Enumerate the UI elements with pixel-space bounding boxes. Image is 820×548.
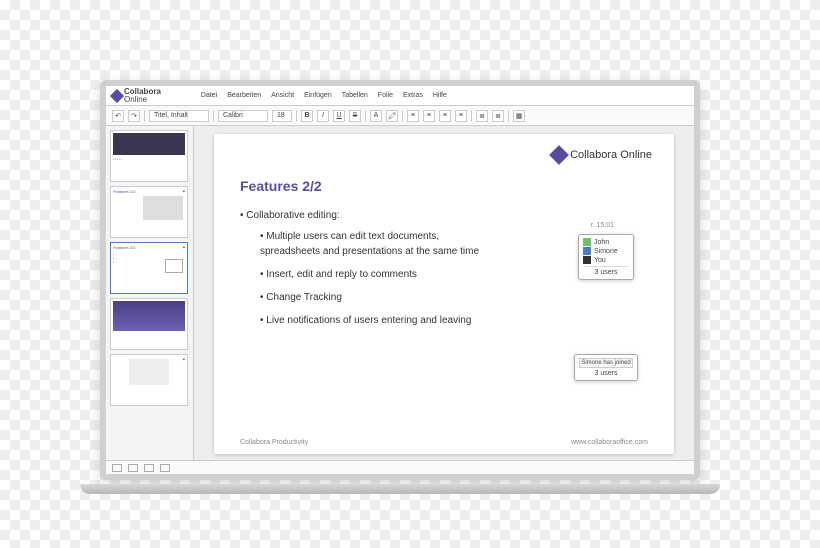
user-color-1 — [583, 238, 591, 246]
slide-canvas-area: Collabora Online Features 2/2 Collaborat… — [194, 126, 694, 460]
view-normal-icon[interactable] — [112, 464, 122, 472]
italic-button[interactable]: I — [317, 110, 329, 122]
menu-edit[interactable]: Bearbeiten — [227, 92, 261, 99]
workspace: • • • • • ◆ Features 1/2 ◆ Features 2/2 … — [106, 126, 694, 460]
insert-button[interactable]: ▦ — [513, 110, 525, 122]
redo-button[interactable]: ↷ — [128, 110, 140, 122]
bold-button[interactable]: B — [301, 110, 313, 122]
slide-footer: Collabora Productivity www.collaboraoffi… — [240, 439, 648, 446]
user-name-2: Simone — [594, 248, 618, 255]
logo-icon — [110, 88, 124, 102]
strike-button[interactable]: S — [349, 110, 361, 122]
font-select[interactable]: Calibri — [218, 110, 268, 122]
sub-bullet-3: Change Tracking — [260, 290, 648, 305]
app-screen: Collabora Online Datei Bearbeiten Ansich… — [106, 86, 694, 474]
align-center-button[interactable]: ≡ — [423, 110, 435, 122]
laptop-frame: Collabora Online Datei Bearbeiten Ansich… — [100, 80, 700, 480]
slide-panel: • • • • • ◆ Features 1/2 ◆ Features 2/2 … — [106, 126, 194, 460]
users-count[interactable]: 3 users — [583, 266, 629, 276]
slide-logo-icon — [549, 145, 569, 165]
user-row-3: You — [583, 256, 629, 264]
header-bar: Collabora Online Datei Bearbeiten Ansich… — [106, 86, 694, 106]
toolbar: ↶ ↷ Titel, Inhalt Calibri 18 B I U S A 🖍… — [106, 106, 694, 126]
menu-tables[interactable]: Tabellen — [342, 92, 368, 99]
underline-button[interactable]: U — [333, 110, 345, 122]
menu-file[interactable]: Datei — [201, 92, 217, 99]
slide-logo-text: Collabora Online — [570, 149, 652, 161]
notify-popover[interactable]: Simone has joined 3 users — [574, 354, 638, 381]
bullet-main: Collaborative editing: — [240, 208, 648, 223]
users-popover[interactable]: John Simone You 3 users — [578, 234, 634, 280]
thumb3-title: Features 2/2 — [113, 245, 185, 250]
cursor-timestamp: r. 15:01 — [591, 222, 614, 229]
footer-right: www.collaboraoffice.com — [571, 439, 648, 446]
number-list-button[interactable]: ≣ — [492, 110, 504, 122]
menu-slide[interactable]: Folie — [378, 92, 393, 99]
slide-thumb-2[interactable]: ◆ Features 1/2 — [110, 186, 188, 238]
slide-thumb-4[interactable] — [110, 298, 188, 350]
slide-logo: Collabora Online — [552, 148, 652, 162]
view-outline-icon[interactable] — [128, 464, 138, 472]
brand-line2: Online — [124, 96, 161, 104]
user-name-1: John — [594, 239, 609, 246]
slide-canvas[interactable]: Collabora Online Features 2/2 Collaborat… — [214, 134, 674, 454]
menu-view[interactable]: Ansicht — [271, 92, 294, 99]
menu-help[interactable]: Hilfe — [433, 92, 447, 99]
user-row-1: John — [583, 238, 629, 246]
user-color-3 — [583, 256, 591, 264]
user-color-2 — [583, 247, 591, 255]
align-left-button[interactable]: ≡ — [407, 110, 419, 122]
thumb2-title: Features 1/2 — [113, 189, 185, 194]
user-row-2: Simone — [583, 247, 629, 255]
align-justify-button[interactable]: ≡ — [455, 110, 467, 122]
user-name-3: You — [594, 257, 606, 264]
notify-users-count[interactable]: 3 users — [579, 370, 633, 377]
slide-thumb-3-active[interactable]: ◆ Features 2/2 • …• …• … — [110, 242, 188, 294]
view-sorter-icon[interactable] — [144, 464, 154, 472]
align-right-button[interactable]: ≡ — [439, 110, 451, 122]
fontsize-select[interactable]: 18 — [272, 110, 292, 122]
menu-insert[interactable]: Einfügen — [304, 92, 332, 99]
fontcolor-button[interactable]: A — [370, 110, 382, 122]
layout-select[interactable]: Titel, Inhalt — [149, 110, 209, 122]
menu-bar: Datei Bearbeiten Ansicht Einfügen Tabell… — [201, 92, 447, 99]
slide-title[interactable]: Features 2/2 — [240, 178, 648, 194]
view-present-icon[interactable] — [160, 464, 170, 472]
app-logo: Collabora Online — [112, 88, 161, 104]
footer-left: Collabora Productivity — [240, 439, 308, 446]
slide-thumb-1[interactable]: • • • • • — [110, 130, 188, 182]
laptop-base — [80, 484, 720, 494]
status-bar — [106, 460, 694, 474]
notify-text: Simone has joined — [579, 358, 633, 368]
bullet-list-button[interactable]: ≣ — [476, 110, 488, 122]
sub-bullet-4: Live notifications of users entering and… — [260, 313, 500, 328]
undo-button[interactable]: ↶ — [112, 110, 124, 122]
menu-extras[interactable]: Extras — [403, 92, 423, 99]
slide-thumb-5[interactable]: ◆ — [110, 354, 188, 406]
sub-bullet-1: Multiple users can edit text documents, … — [260, 229, 480, 259]
highlight-button[interactable]: 🖍 — [386, 110, 398, 122]
